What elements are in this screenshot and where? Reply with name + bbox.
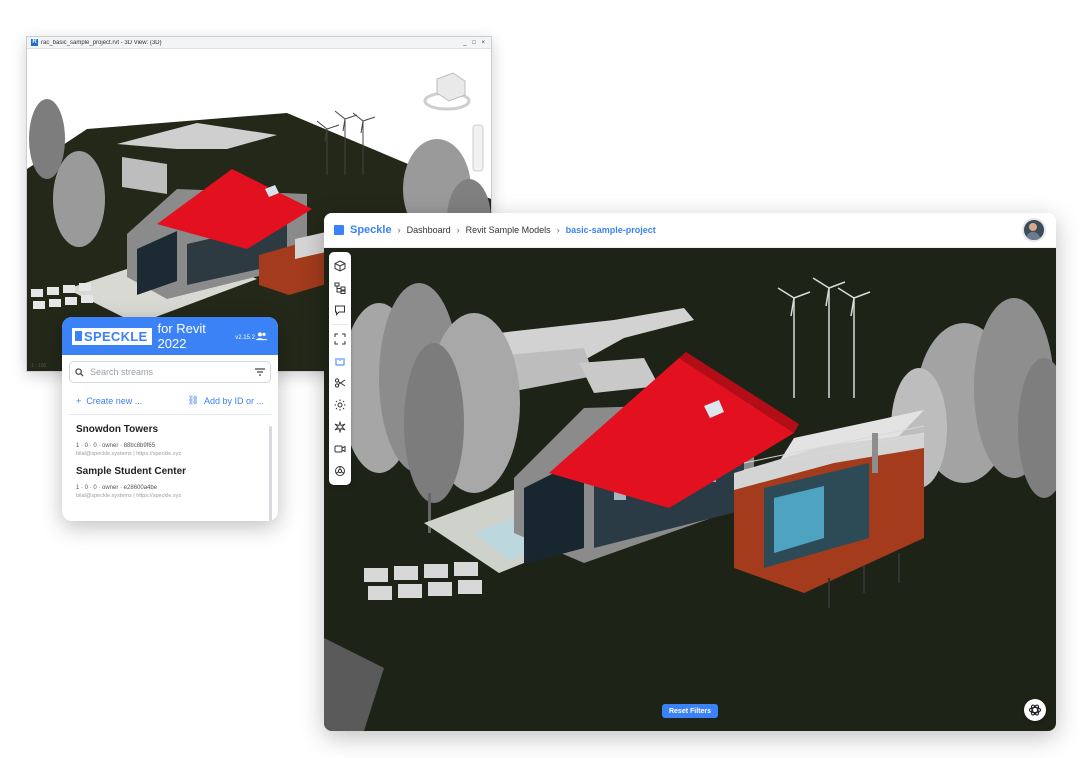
- measure-icon: [335, 358, 345, 366]
- toolbar-divider: [332, 324, 348, 325]
- filter-icon[interactable]: [255, 368, 265, 376]
- settings-button[interactable]: [331, 462, 349, 480]
- speckle-logo-icon: [334, 225, 344, 235]
- divider: [69, 414, 271, 415]
- breadcrumb-model[interactable]: basic-sample-project: [566, 225, 656, 235]
- window-controls[interactable]: _ □ ×: [463, 40, 487, 46]
- revit-titlebar: R rac_basic_sample_project.rvt - 3D View…: [27, 37, 491, 49]
- breadcrumb-project[interactable]: Revit Sample Models: [466, 225, 551, 235]
- measure-button[interactable]: [331, 352, 349, 370]
- stream-name: Snowdon Towers: [76, 424, 159, 435]
- stream-account: bilal@speckle.systems | https://speckle.…: [76, 493, 182, 499]
- breadcrumb-dashboard[interactable]: Dashboard: [407, 225, 451, 235]
- stream-meta: 1 · 0 · 0 · owner · 88bc8b9f65: [76, 443, 156, 449]
- stream-card[interactable]: Sample Student Center 1 · 0 · 0 · owner …: [76, 466, 264, 499]
- logo-text: SPECKLE: [84, 328, 148, 344]
- ai-assistant-button[interactable]: [1024, 699, 1046, 721]
- stream-list: Snowdon Towers 1 · 0 · 0 · owner · 88bc8…: [62, 424, 278, 521]
- link-icon: ⛓: [187, 395, 199, 405]
- view-scale[interactable]: 1 : 100: [31, 363, 46, 369]
- chevron-right-icon: ›: [456, 225, 460, 235]
- explorer-button[interactable]: [331, 279, 349, 297]
- discussions-button[interactable]: [331, 301, 349, 319]
- search-placeholder: Search streams: [90, 367, 154, 377]
- stream-name: Sample Student Center: [76, 466, 187, 477]
- section-icon: [334, 378, 346, 388]
- tree-icon: [334, 282, 346, 294]
- create-stream-button[interactable]: + Create new ...: [76, 395, 142, 406]
- viewer-navbar: Speckle › Dashboard › Revit Sample Model…: [324, 213, 1056, 248]
- settings-icon: [335, 466, 345, 476]
- revit-logo-icon: R: [31, 39, 38, 46]
- avatar[interactable]: [1022, 218, 1046, 242]
- sun-icon: [334, 399, 346, 411]
- revit-window-title: rac_basic_sample_project.rvt - 3D View: …: [41, 39, 162, 46]
- zoom-extents-button[interactable]: [331, 330, 349, 348]
- search-streams-input[interactable]: Search streams: [69, 361, 271, 383]
- viewer-toolbar: [329, 252, 351, 485]
- zoom-extents-icon: [334, 333, 346, 345]
- cube-icon: [334, 260, 346, 272]
- plus-icon: +: [76, 395, 82, 406]
- stream-meta: 1 · 0 · 0 · owner · e28600a4be: [76, 485, 158, 491]
- views-button[interactable]: [331, 440, 349, 458]
- stream-actions: + Create new ... ⛓ Add by ID or ...: [62, 395, 278, 406]
- stream-account: bilal@speckle.systems | https://speckle.…: [76, 451, 182, 457]
- lighting-button[interactable]: [331, 396, 349, 414]
- openai-icon: [1028, 704, 1042, 716]
- add-by-id-button[interactable]: ⛓ Add by ID or ...: [188, 395, 264, 406]
- connector-header: SPECKLE for Revit 2022 v2.15.2: [62, 317, 278, 355]
- search-icon: [75, 367, 84, 377]
- chevron-right-icon: ›: [397, 225, 401, 235]
- reset-filters-button[interactable]: Reset Filters: [662, 704, 718, 718]
- brand-link[interactable]: Speckle: [350, 224, 392, 236]
- speckle-logo-icon: [75, 331, 82, 341]
- explode-button[interactable]: [331, 418, 349, 436]
- speckle-viewer-window: Speckle › Dashboard › Revit Sample Model…: [324, 213, 1056, 731]
- speckle-connector-panel: SPECKLE for Revit 2022 v2.15.2 Search st…: [62, 317, 278, 521]
- camera-icon: [334, 445, 346, 453]
- 3d-viewport[interactable]: [324, 248, 1056, 731]
- create-stream-label: Create new ...: [86, 395, 143, 406]
- comment-icon: [335, 305, 345, 316]
- version-label: v2.15.2: [235, 335, 255, 341]
- users-icon[interactable]: [255, 329, 268, 343]
- product-name: for Revit 2022: [157, 321, 206, 351]
- models-button[interactable]: [331, 257, 349, 275]
- explode-icon: [334, 421, 346, 433]
- scrollbar[interactable]: [269, 426, 272, 521]
- add-by-id-label: Add by ID or ...: [203, 395, 264, 406]
- stream-card[interactable]: Snowdon Towers 1 · 0 · 0 · owner · 88bc8…: [76, 424, 264, 457]
- speckle-logo: SPECKLE: [72, 327, 152, 345]
- section-box-button[interactable]: [331, 374, 349, 392]
- chevron-right-icon: ›: [556, 225, 560, 235]
